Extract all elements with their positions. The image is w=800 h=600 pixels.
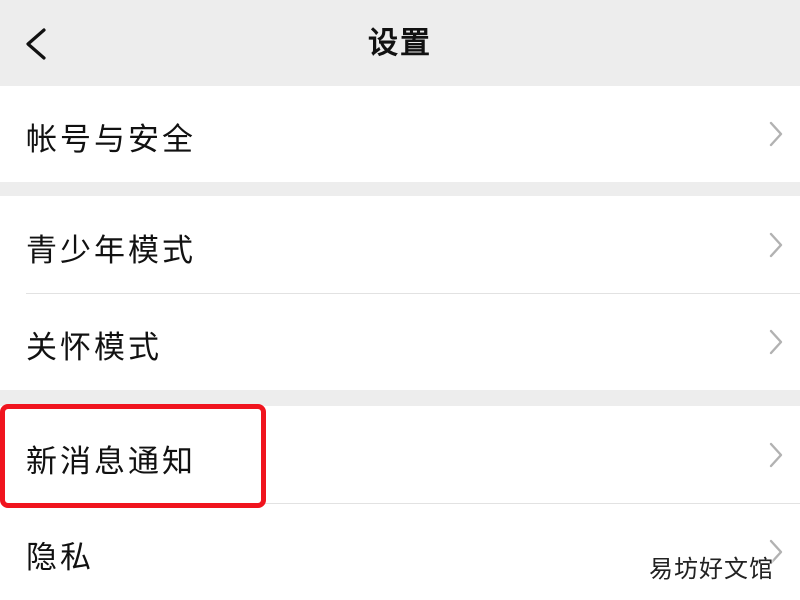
settings-item-account-security[interactable]: 帐号与安全 bbox=[0, 86, 800, 182]
chevron-right-icon bbox=[769, 121, 783, 147]
chevron-right-icon bbox=[769, 232, 783, 258]
watermark: 易坊好文馆 bbox=[649, 555, 774, 583]
settings-item-care-mode[interactable]: 关怀模式 bbox=[0, 294, 800, 390]
settings-group-modes: 青少年模式 关怀模式 bbox=[0, 196, 800, 390]
chevron-right-icon bbox=[769, 442, 783, 468]
navigation-bar: 设置 bbox=[0, 0, 800, 86]
settings-item-label: 新消息通知 bbox=[26, 444, 196, 480]
settings-item-label: 帐号与安全 bbox=[26, 122, 196, 158]
settings-item-teen-mode[interactable]: 青少年模式 bbox=[0, 196, 800, 293]
settings-item-new-message-notifications[interactable]: 新消息通知 bbox=[0, 406, 800, 503]
settings-item-label: 关怀模式 bbox=[26, 330, 162, 366]
chevron-right-icon bbox=[769, 329, 783, 355]
settings-group-account: 帐号与安全 bbox=[0, 86, 800, 182]
page-title: 设置 bbox=[368, 26, 432, 61]
settings-item-label: 青少年模式 bbox=[26, 233, 196, 269]
settings-screen: 设置 帐号与安全 青少年模式 关怀模式 新消息通知 隐私 易坊好文馆 bbox=[0, 0, 800, 600]
settings-item-label: 隐私 bbox=[26, 540, 94, 576]
